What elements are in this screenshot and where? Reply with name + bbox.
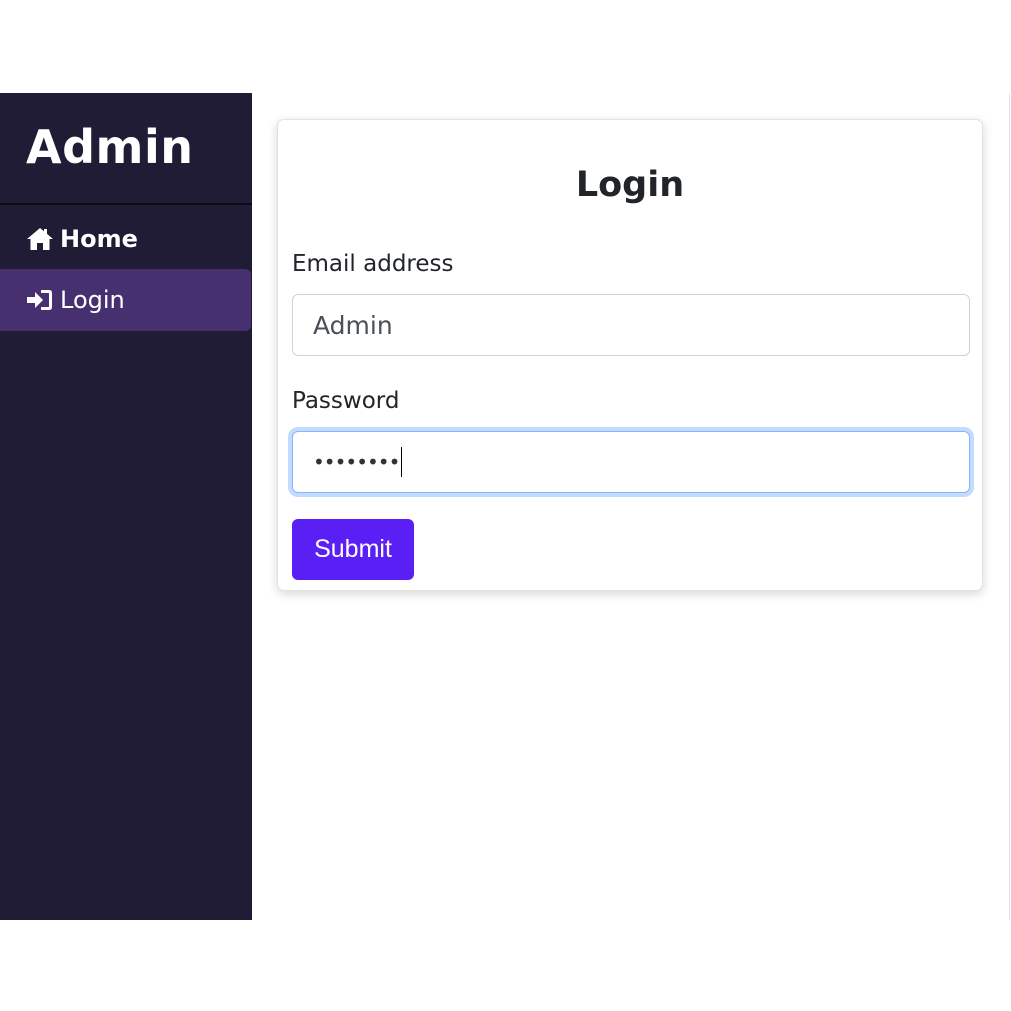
- home-icon: [26, 227, 54, 251]
- password-label: Password: [292, 388, 400, 414]
- sidebar: Admin Home Login: [0, 93, 252, 920]
- sidebar-item-label: Login: [60, 286, 125, 314]
- main-edge-divider: [1009, 93, 1010, 920]
- brand-title: Admin: [26, 120, 194, 174]
- sign-in-icon: [26, 288, 54, 312]
- email-label: Email address: [292, 251, 454, 277]
- password-value: ••••••••: [313, 450, 400, 474]
- sidebar-item-login[interactable]: Login: [0, 269, 251, 331]
- email-value: Admin: [313, 310, 393, 340]
- email-field[interactable]: Admin: [292, 294, 970, 356]
- login-card: Login Email address Admin Password •••••…: [277, 119, 983, 591]
- app-shell: Admin Home Login Login Email address Adm…: [0, 93, 1011, 920]
- page-title: Login: [575, 165, 685, 205]
- sidebar-item-label: Home: [60, 224, 138, 253]
- sidebar-brand: Admin: [0, 93, 252, 205]
- submit-button[interactable]: Submit: [292, 519, 414, 580]
- text-caret: [401, 447, 403, 477]
- sidebar-item-home[interactable]: Home: [0, 208, 252, 269]
- password-field[interactable]: ••••••••: [292, 431, 970, 493]
